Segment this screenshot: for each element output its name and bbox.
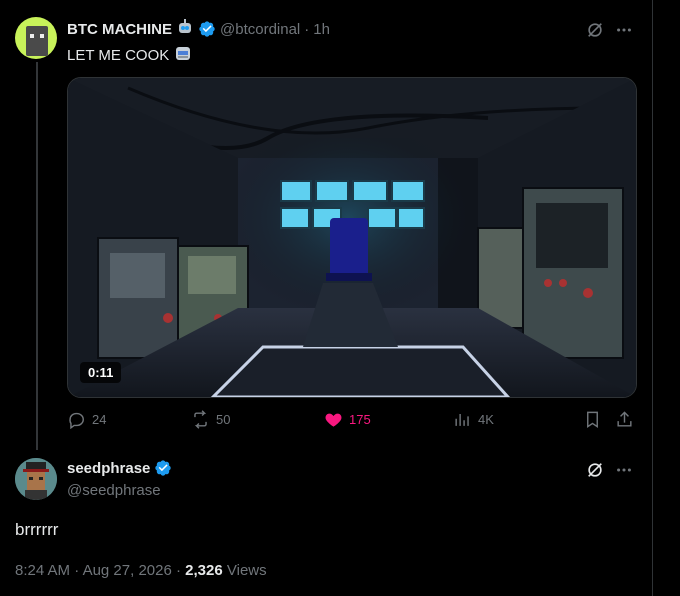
separator-dot: · (175, 562, 181, 579)
video-player[interactable] (67, 77, 637, 398)
repost-icon (194, 410, 207, 429)
share-button[interactable] (615, 410, 634, 429)
views-button[interactable]: 4K (453, 410, 494, 429)
post-time[interactable]: 8:24 AM (15, 562, 70, 579)
reply-text: brrrrrr (15, 520, 59, 539)
grok-icon[interactable] (585, 20, 605, 40)
views-chart-icon (455, 413, 469, 426)
like-button[interactable]: 175 (324, 410, 371, 429)
tweet-header: BTC MACHINE @btcordinal · 1h (67, 18, 330, 40)
avatar[interactable] (15, 458, 57, 500)
thread-connector (36, 62, 38, 450)
more-options-icon[interactable] (614, 20, 634, 40)
video-thumbnail (68, 78, 636, 397)
column-border (652, 0, 653, 596)
views-label: Views (226, 562, 267, 579)
tweet-text-content: LET ME COOK (67, 46, 170, 64)
like-count: 175 (349, 412, 371, 427)
verified-badge-icon[interactable] (198, 20, 216, 38)
grok-icon[interactable] (585, 460, 605, 480)
post-date[interactable]: Aug 27, 2026 (83, 562, 172, 579)
author-handle[interactable]: @btcordinal (220, 21, 300, 38)
reply-metadata: 8:24 AM · Aug 27, 2026 · 2,326 Views (15, 562, 267, 579)
more-options-icon[interactable] (614, 460, 634, 480)
views-count: 4K (478, 412, 494, 427)
verified-badge-icon[interactable] (154, 459, 172, 477)
view-count[interactable]: 2,326 (185, 562, 223, 579)
author-name[interactable]: BTC MACHINE (67, 21, 172, 38)
repost-count: 50 (216, 412, 231, 427)
repost-button[interactable]: 50 (191, 410, 230, 429)
reply-button[interactable]: 24 (67, 410, 106, 429)
bookmark-button[interactable] (583, 410, 602, 429)
tweet-text: LET ME COOK (67, 43, 193, 67)
reply-header: seedphrase (67, 459, 172, 477)
avatar[interactable] (15, 17, 57, 59)
reply-icon (69, 412, 84, 429)
separator-dot: · (304, 20, 310, 38)
timestamp[interactable]: 1h (313, 21, 330, 38)
share-icon (617, 411, 632, 427)
robot-emoji-icon (173, 43, 193, 67)
video-duration-badge: 0:11 (80, 362, 122, 383)
robot-emoji-icon (176, 18, 194, 40)
author-name[interactable]: seedphrase (67, 460, 150, 477)
reply-count: 24 (92, 412, 107, 427)
heart-icon (325, 413, 342, 427)
bookmark-icon (587, 411, 598, 428)
tweet-actions: 24 50 175 4K (67, 410, 637, 432)
author-handle[interactable]: @seedphrase (67, 482, 161, 499)
separator-dot: · (74, 562, 80, 579)
